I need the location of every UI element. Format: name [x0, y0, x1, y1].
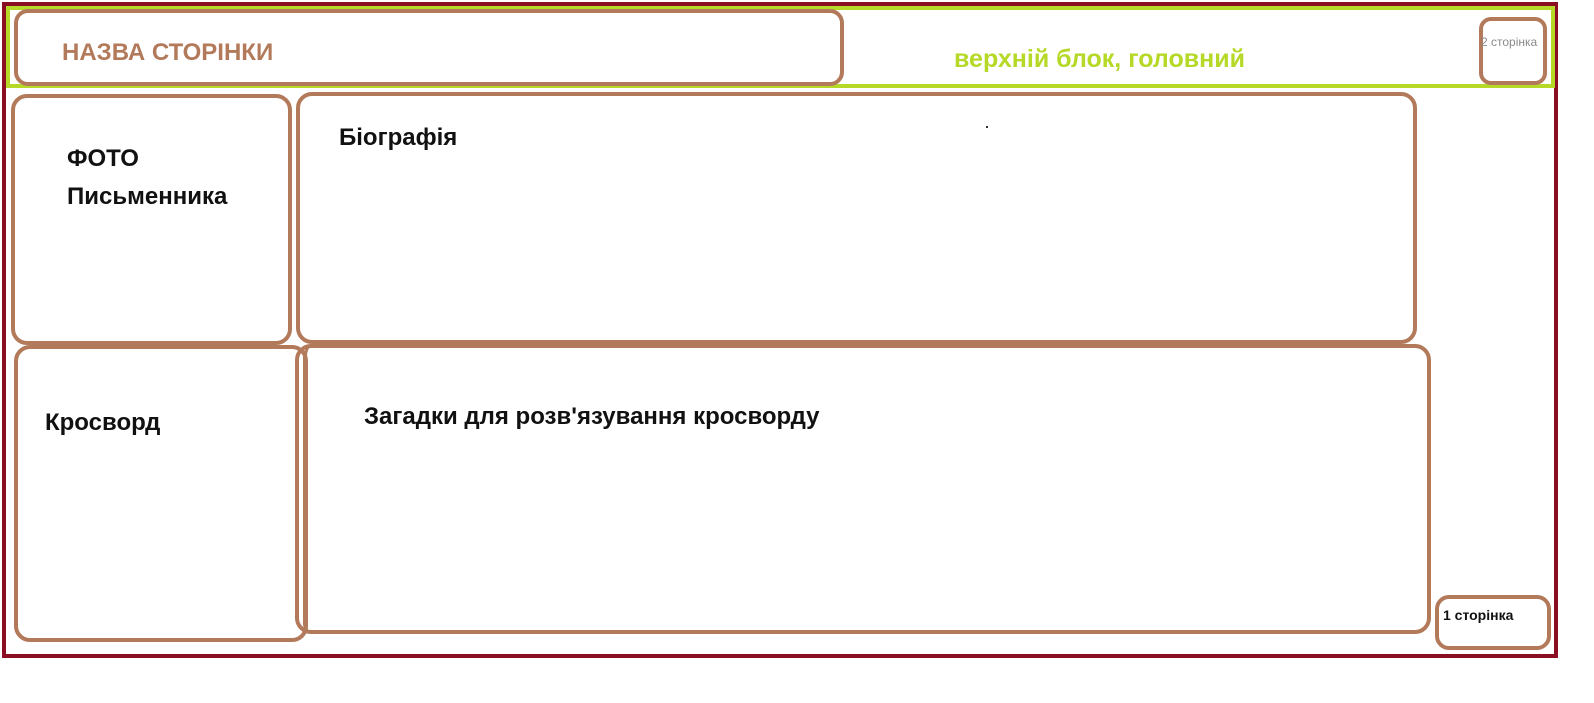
- top-block-label: верхній блок, головний: [954, 45, 1245, 73]
- riddles-block: [295, 344, 1431, 634]
- stray-dot: [986, 126, 988, 128]
- writer-photo-block: [11, 94, 292, 345]
- riddles-label: Загадки для розв'язування кросворду: [364, 403, 820, 430]
- page-1-link-label[interactable]: 1 сторінка: [1443, 607, 1513, 623]
- riddles-block-inner-edge: [303, 346, 313, 634]
- page-title: НАЗВА СТОРІНКИ: [62, 39, 274, 66]
- crossword-label: Кросворд: [45, 409, 161, 436]
- writer-photo-label-line2: Письменника: [67, 183, 228, 210]
- biography-label: Біографія: [339, 124, 458, 151]
- writer-photo-label-line1: ФОТО: [67, 145, 139, 172]
- page-2-link[interactable]: [1479, 17, 1547, 85]
- crossword-block: [14, 345, 308, 642]
- biography-block: [296, 92, 1417, 344]
- page-2-link-label[interactable]: 2 сторінка: [1481, 35, 1537, 49]
